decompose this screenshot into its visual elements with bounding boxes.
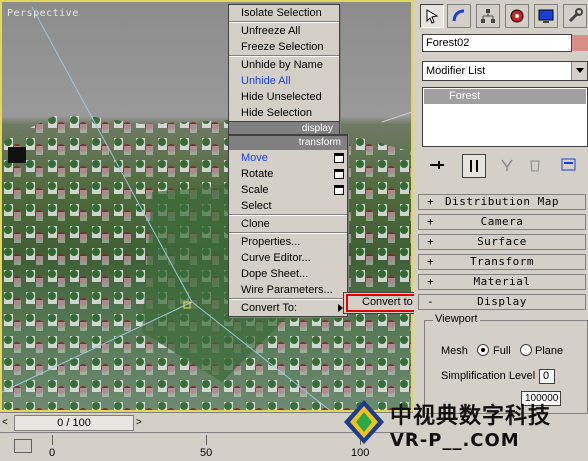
prev-frame-icon[interactable]: < xyxy=(2,417,8,428)
settings-box-icon[interactable] xyxy=(334,185,344,195)
menu-item-freeze-selection[interactable]: Freeze Selection xyxy=(229,39,339,55)
forest-scene xyxy=(2,6,411,410)
rollout-transform[interactable]: + Transform xyxy=(418,254,586,270)
remove-modifier-icon[interactable] xyxy=(524,154,546,176)
quad-menu-display: Isolate Selection Unfreeze All Freeze Se… xyxy=(228,4,340,137)
menu-item-select[interactable]: Select xyxy=(229,198,347,214)
menu-item-wire-parameters[interactable]: Wire Parameters... xyxy=(229,282,347,298)
menu-item-convert-to-label: Convert To: xyxy=(241,302,298,314)
menu-item-rotate[interactable]: Rotate xyxy=(229,166,347,182)
modifier-list-dropdown[interactable]: Modifier List xyxy=(422,61,588,81)
watermark: 中视典数字科技 VR-P__.COM xyxy=(330,392,588,460)
expand-plus-icon: + xyxy=(427,255,435,268)
object-color-swatch[interactable] xyxy=(572,35,588,51)
expand-plus-icon: + xyxy=(427,275,435,288)
rollout-distribution-map[interactable]: + Distribution Map xyxy=(418,194,586,210)
watermark-cn-text: 中视典数字科技 xyxy=(390,404,552,429)
plane-radio[interactable] xyxy=(520,344,532,356)
rollout-display[interactable]: - Display xyxy=(418,294,586,310)
configure-modifier-sets-icon[interactable] xyxy=(558,154,580,176)
watermark-url-text: VR-P__.COM xyxy=(390,430,520,451)
create-tab-icon[interactable] xyxy=(420,4,444,28)
rollout-label: Transform xyxy=(469,255,535,268)
quad-menu-transform: transform Move Rotate Scale Select Clone… xyxy=(228,134,348,317)
collapse-minus-icon: - xyxy=(427,295,435,308)
tick-mark xyxy=(52,435,53,445)
full-radio[interactable] xyxy=(477,344,489,356)
rollout-surface[interactable]: + Surface xyxy=(418,234,586,250)
watermark-logo xyxy=(344,400,384,444)
object-name-field[interactable]: Forest02 xyxy=(422,34,572,52)
utilities-tab-icon[interactable] xyxy=(563,4,587,28)
rollout-label: Material xyxy=(473,275,531,288)
command-panel: Forest02 Modifier List Forest + Distribut… xyxy=(414,0,588,414)
settings-box-icon[interactable] xyxy=(334,153,344,163)
expand-plus-icon: + xyxy=(427,235,435,248)
simplification-spinner[interactable]: 0 xyxy=(539,369,555,384)
menu-item-scale-label: Scale xyxy=(241,184,269,196)
full-option-label: Full xyxy=(493,345,511,357)
viewport-label: Perspective xyxy=(7,8,79,19)
radio-dot-icon xyxy=(481,348,485,352)
plane-option-label: Plane xyxy=(535,345,564,357)
menu-item-unfreeze-all[interactable]: Unfreeze All xyxy=(229,23,339,39)
viewport-group-title: Viewport xyxy=(433,313,480,325)
menu-item-move-label: Move xyxy=(241,152,268,164)
menu-item-unhide-all[interactable]: Unhide All xyxy=(229,73,339,89)
menu-item-dope-sheet[interactable]: Dope Sheet... xyxy=(229,266,347,282)
simplification-label: Simplification Level xyxy=(441,370,536,382)
tick-label-50: 50 xyxy=(200,447,213,459)
menu-item-scale[interactable]: Scale xyxy=(229,182,347,198)
motion-tab-icon[interactable] xyxy=(505,4,529,28)
rollout-camera[interactable]: + Camera xyxy=(418,214,586,230)
menu-item-move[interactable]: Move xyxy=(229,150,347,166)
menu-item-hide-selection[interactable]: Hide Selection xyxy=(229,105,339,121)
chevron-down-icon[interactable] xyxy=(571,62,587,80)
tick-mark xyxy=(206,435,207,445)
make-unique-icon[interactable] xyxy=(496,154,518,176)
rollout-material[interactable]: + Material xyxy=(418,274,586,290)
show-end-result-icon[interactable] xyxy=(462,154,486,178)
modifier-stack[interactable]: Forest xyxy=(422,87,588,147)
hierarchy-tab-icon[interactable] xyxy=(476,4,500,28)
modify-tab-icon[interactable] xyxy=(447,4,471,28)
menu-item-rotate-label: Rotate xyxy=(241,168,274,180)
rollout-label: Surface xyxy=(477,235,527,248)
rollout-label: Display xyxy=(477,295,527,308)
menu-item-convert-to[interactable]: Convert To: xyxy=(229,300,347,316)
track-bar-toggle-icon[interactable] xyxy=(14,439,32,453)
tick-label-0: 0 xyxy=(49,447,56,459)
stack-item-forest[interactable]: Forest xyxy=(424,89,586,104)
rollout-label: Distribution Map xyxy=(445,195,559,208)
menu-item-hide-unselected[interactable]: Hide Unselected xyxy=(229,89,339,105)
menu-item-clone[interactable]: Clone xyxy=(229,216,347,232)
settings-box-icon[interactable] xyxy=(334,169,344,179)
next-frame-icon[interactable]: > xyxy=(136,417,142,428)
display-tab-icon[interactable] xyxy=(534,4,558,28)
time-slider[interactable]: 0 / 100 xyxy=(14,415,134,431)
expand-plus-icon: + xyxy=(427,215,435,228)
expand-plus-icon: + xyxy=(427,195,435,208)
menu-item-properties[interactable]: Properties... xyxy=(229,234,347,250)
modifier-list-label: Modifier List xyxy=(426,65,486,77)
perspective-viewport[interactable]: Perspective xyxy=(0,0,413,412)
menu-item-isolate-selection[interactable]: Isolate Selection xyxy=(229,5,339,21)
menu-item-unhide-by-name[interactable]: Unhide by Name xyxy=(229,57,339,73)
mesh-label: Mesh xyxy=(441,345,468,357)
pin-stack-icon[interactable] xyxy=(426,154,448,176)
menu-header-transform: transform xyxy=(229,135,347,150)
menu-item-curve-editor[interactable]: Curve Editor... xyxy=(229,250,347,266)
rollout-label: Camera xyxy=(480,215,524,228)
